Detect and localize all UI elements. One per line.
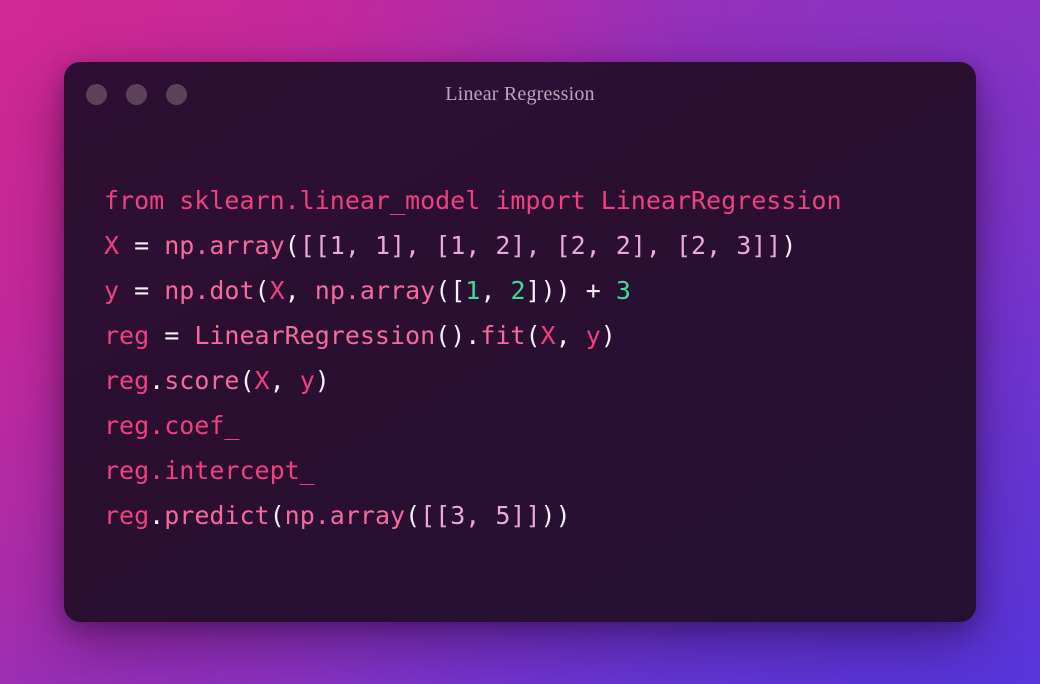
code-token: ( (405, 501, 421, 530)
code-token: ])) + (525, 276, 616, 305)
code-token: ) (781, 231, 797, 260)
code-token: ( (284, 231, 300, 260)
maximize-window-button[interactable] (166, 83, 187, 105)
code-token: = (119, 276, 165, 305)
code-token: y (585, 321, 601, 350)
code-token: reg (104, 366, 150, 395)
code-token: np.dot (164, 276, 255, 305)
code-token: (). (435, 321, 481, 350)
code-block: from sklearn.linear_model import LinearR… (64, 126, 976, 538)
code-token: predict (164, 501, 270, 530)
code-token: reg (104, 501, 150, 530)
code-token: y (104, 276, 120, 305)
code-token: score (164, 366, 240, 395)
code-token: y (299, 366, 315, 395)
code-token: [[1, 1], [1, 2], [2, 2], [2, 3]] (299, 231, 782, 260)
code-line: from sklearn.linear_model import LinearR… (104, 178, 976, 223)
window-titlebar: Linear Regression (64, 62, 976, 126)
code-token: 3 (615, 276, 631, 305)
code-token: fit (480, 321, 526, 350)
code-token: reg (104, 321, 150, 350)
code-token: ([ (435, 276, 466, 305)
gradient-backdrop: Linear Regression from sklearn.linear_mo… (0, 0, 1040, 684)
code-line: reg.score(X, y) (104, 358, 976, 403)
code-snippet-window: Linear Regression from sklearn.linear_mo… (64, 62, 976, 622)
code-token: reg.intercept_ (104, 456, 315, 485)
code-token: reg.coef_ (104, 411, 240, 440)
traffic-light-buttons (86, 83, 187, 105)
code-token: = (119, 231, 165, 260)
code-token: X (269, 276, 285, 305)
code-token: [[3, 5]] (420, 501, 541, 530)
code-token: 2 (510, 276, 526, 305)
code-line: reg.coef_ (104, 403, 976, 448)
code-token: ) (314, 366, 330, 395)
code-line: y = np.dot(X, np.array([1, 2])) + 3 (104, 268, 976, 313)
code-token: 1 (465, 276, 481, 305)
code-token: ( (254, 276, 270, 305)
code-token: , (284, 276, 315, 305)
code-token: LinearRegression (194, 321, 436, 350)
code-token: . (149, 501, 165, 530)
code-token: . (149, 366, 165, 395)
code-token: np.array (314, 276, 436, 305)
code-line: reg = LinearRegression().fit(X, y) (104, 313, 976, 358)
code-token: )) (540, 501, 571, 530)
code-token: X (540, 321, 556, 350)
code-line: X = np.array([[1, 1], [1, 2], [2, 2], [2… (104, 223, 976, 268)
code-token: np.array (284, 501, 406, 530)
code-token: np.array (164, 231, 285, 260)
code-token: = (149, 321, 195, 350)
minimize-window-button[interactable] (126, 83, 147, 105)
code-line: reg.predict(np.array([[3, 5]])) (104, 493, 976, 538)
code-token: X (254, 366, 270, 395)
code-token: ( (239, 366, 255, 395)
code-token: ) (600, 321, 616, 350)
code-token: ( (269, 501, 285, 530)
window-title: Linear Regression (445, 82, 595, 105)
code-token: , (269, 366, 300, 395)
code-token: from sklearn.linear_model import LinearR… (104, 186, 842, 215)
code-token: ( (525, 321, 541, 350)
code-token: , (555, 321, 586, 350)
code-line: reg.intercept_ (104, 448, 976, 493)
code-token: X (104, 231, 120, 260)
code-token: , (480, 276, 511, 305)
close-window-button[interactable] (86, 83, 107, 105)
